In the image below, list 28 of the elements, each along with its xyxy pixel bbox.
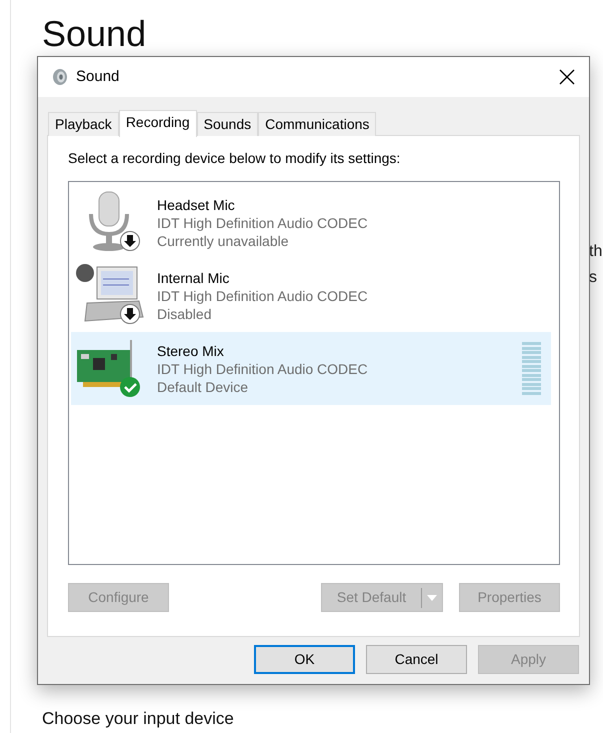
tab[interactable]: Recording [118,110,197,137]
device-status: Default Device [157,378,250,396]
tab[interactable]: Playback [48,112,119,136]
device-driver: IDT High Definition Audio CODEC [157,360,369,378]
close-icon [559,68,575,85]
button[interactable]: OK [254,645,355,674]
instruction-text: Select a recording device below to modify its settings: [68,149,402,168]
button[interactable]: Cancel [366,645,467,674]
level-meter [522,342,541,395]
tab[interactable]: Sounds [196,112,258,136]
device-name: Internal Mic [157,268,230,286]
speaker-icon [52,68,68,86]
device-status: Currently unavailable [157,232,290,250]
device-row[interactable]: Headset Mic IDT High Definition Audio CODEC Currently unavailable [71,186,551,259]
device-driver: IDT High Definition Audio CODEC [157,286,369,304]
tab[interactable]: Communications [258,112,376,136]
caret-icon [427,594,437,602]
page-title: Sound [42,14,148,54]
device-row[interactable]: Stereo Mix IDT High Definition Audio CODEC Default Device [71,332,551,405]
text-fragment: th [589,242,603,262]
section-heading: Choose your input device [42,708,235,730]
device-row[interactable]: Internal Mic IDT High Definition Audio CODEC Disabled [71,259,551,332]
text-fragment: s [589,268,598,288]
device-status: Disabled [157,304,212,322]
device-name: Stereo Mix [157,342,225,360]
device-name: Headset Mic [157,196,236,214]
device-driver: IDT High Definition Audio CODEC [157,214,369,232]
window-title: Sound [76,66,120,87]
